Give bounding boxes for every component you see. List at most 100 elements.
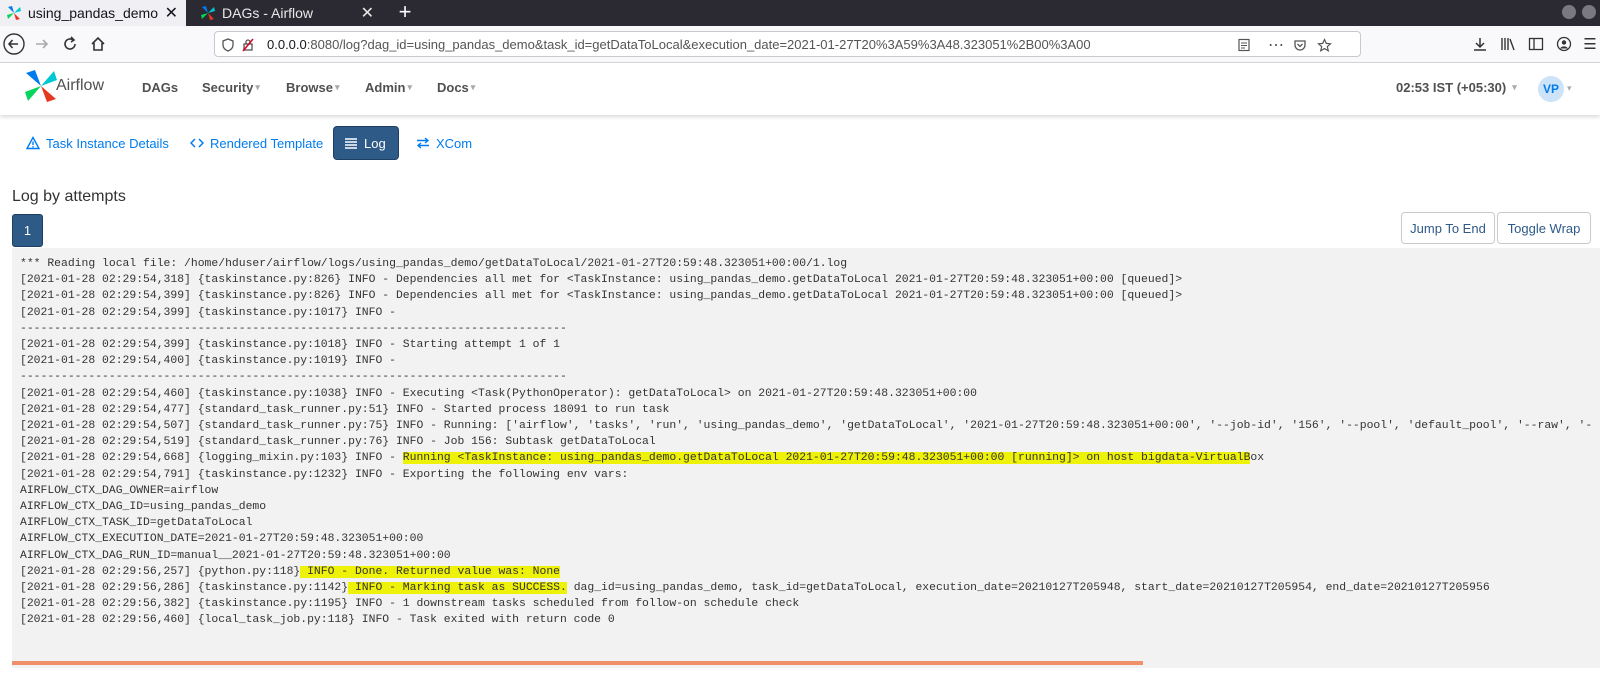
log-line: [2021-01-28 02:29:56,382] {taskinstance.…: [20, 596, 1592, 612]
url-text: 0.0.0.0:8080/log?dag_id=using_pandas_dem…: [267, 37, 1091, 52]
log-content[interactable]: *** Reading local file: /home/hduser/air…: [12, 248, 1600, 668]
minimize-window-icon[interactable]: [1562, 5, 1576, 19]
log-highlight: Running <TaskInstance: using_pandas_demo…: [402, 452, 1251, 465]
maximize-window-icon[interactable]: [1582, 5, 1596, 19]
menu-label: Browse: [286, 80, 333, 95]
log-line: [2021-01-28 02:29:56,286] {taskinstance.…: [20, 580, 1592, 596]
log-line: AIRFLOW_CTX_DAG_OWNER=airflow: [20, 483, 1592, 499]
log-line: ----------------------------------------…: [20, 369, 1592, 385]
attempt-1-button[interactable]: 1: [12, 214, 43, 247]
forward-arrow-icon[interactable]: [28, 30, 56, 58]
hamburger-menu-icon[interactable]: ☰: [1576, 30, 1600, 58]
log-text: [2021-01-28 02:29:56,382] {taskinstance.…: [20, 598, 800, 611]
downloads-icon[interactable]: [1466, 30, 1494, 58]
airflow-brand[interactable]: Airflow: [56, 77, 104, 95]
log-line: AIRFLOW_CTX_EXECUTION_DATE=2021-01-27T20…: [20, 531, 1592, 547]
log-text: AIRFLOW_CTX_DAG_RUN_ID=manual__2021-01-2…: [20, 549, 451, 562]
jump-to-end-button[interactable]: Jump To End: [1401, 212, 1495, 244]
caret-down-icon: ▾: [255, 82, 260, 92]
log-text: [2021-01-28 02:29:54,477] {standard_task…: [20, 403, 670, 416]
menu-security[interactable]: Security ▾: [202, 80, 260, 95]
list-icon: [345, 138, 357, 149]
menu-dags[interactable]: DAGs: [142, 80, 178, 95]
log-lines: *** Reading local file: /home/hduser/air…: [20, 256, 1592, 629]
warning-triangle-icon: [26, 136, 40, 150]
log-line: ----------------------------------------…: [20, 321, 1592, 337]
log-text: [2021-01-28 02:29:54,318] {taskinstance.…: [20, 274, 1183, 287]
log-text: [2021-01-28 02:29:56,286] {taskinstance.…: [20, 582, 349, 595]
tab-label: XCom: [436, 135, 473, 151]
bookmark-star-icon[interactable]: [1315, 36, 1333, 54]
log-text: AIRFLOW_CTX_TASK_ID=getDataToLocal: [20, 517, 253, 530]
library-icon[interactable]: [1494, 30, 1522, 58]
home-icon[interactable]: [84, 30, 112, 58]
log-line: [2021-01-28 02:29:56,257] {python.py:118…: [20, 564, 1592, 580]
log-line: [2021-01-28 02:29:54,400] {taskinstance.…: [20, 353, 1592, 369]
more-actions-icon[interactable]: ⋯: [1267, 36, 1285, 54]
pocket-icon[interactable]: [1291, 36, 1309, 54]
log-text: [2021-01-28 02:29:54,400] {taskinstance.…: [20, 355, 396, 368]
log-text: [2021-01-28 02:29:54,399] {taskinstance.…: [20, 339, 561, 352]
log-text: ----------------------------------------…: [20, 322, 567, 335]
log-line: [2021-01-28 02:29:54,791] {taskinstance.…: [20, 467, 1592, 483]
tab-task-instance-details[interactable]: Task Instance Details: [16, 126, 179, 160]
airflow-logo-icon[interactable]: [24, 69, 58, 103]
log-line: [2021-01-28 02:29:54,668] {logging_mixin…: [20, 450, 1592, 466]
browser-nav-bar: 0.0.0.0:8080/log?dag_id=using_pandas_dem…: [0, 26, 1600, 63]
log-line: [2021-01-28 02:29:54,519] {standard_task…: [20, 434, 1592, 450]
address-bar[interactable]: 0.0.0.0:8080/log?dag_id=using_pandas_dem…: [214, 31, 1361, 57]
scroll-progress-bar: [12, 661, 1143, 665]
log-line: [2021-01-28 02:29:54,399] {taskinstance.…: [20, 305, 1592, 321]
menu-admin[interactable]: Admin ▾: [365, 80, 412, 95]
menu-docs[interactable]: Docs ▾: [437, 80, 475, 95]
browser-tab-label: using_pandas_demo - Ai: [28, 5, 162, 21]
tab-xcom[interactable]: XCom: [406, 126, 482, 160]
sidebar-icon[interactable]: [1522, 30, 1550, 58]
log-line: [2021-01-28 02:29:54,318] {taskinstance.…: [20, 272, 1592, 288]
caret-down-icon[interactable]: ▾: [1567, 83, 1572, 94]
reload-icon[interactable]: [56, 30, 84, 58]
caret-down-icon: ▾: [334, 82, 340, 92]
log-section-title: Log by attempts: [12, 188, 126, 205]
tab-log[interactable]: Log: [333, 126, 399, 160]
browser-tab-label: DAGs - Airflow: [222, 5, 314, 21]
swap-arrows-icon: [416, 137, 430, 149]
menu-label: DAGs: [142, 80, 179, 95]
new-tab-icon[interactable]: +: [392, 0, 418, 26]
menu-label: Docs: [437, 80, 469, 95]
browser-tab-dags[interactable]: DAGs - Airflow ✕: [194, 0, 382, 26]
log-text: *** Reading local file: /home/hduser/air…: [20, 258, 848, 270]
user-avatar[interactable]: VP: [1538, 76, 1564, 102]
insecure-lock-icon[interactable]: [239, 36, 257, 54]
airflow-favicon-icon: [201, 6, 215, 20]
close-tab-icon[interactable]: ✕: [361, 3, 374, 23]
log-highlight: INFO - Done. Returned value was: None: [300, 565, 561, 578]
menu-label: Security: [202, 80, 254, 95]
timezone-clock[interactable]: 02:53 IST (+05:30) ▾: [1396, 80, 1517, 95]
tab-rendered-template[interactable]: Rendered Template: [180, 126, 333, 160]
code-icon: [190, 138, 204, 148]
account-icon[interactable]: [1550, 30, 1578, 58]
log-text: [2021-01-28 02:29:56,460] {local_task_jo…: [20, 614, 615, 627]
log-line: [2021-01-28 02:29:54,507] {standard_task…: [20, 418, 1592, 434]
toggle-wrap-button[interactable]: Toggle Wrap: [1497, 212, 1591, 244]
reader-view-icon[interactable]: [1235, 36, 1253, 54]
log-line: AIRFLOW_CTX_DAG_RUN_ID=manual__2021-01-2…: [20, 548, 1592, 564]
log-line: *** Reading local file: /home/hduser/air…: [20, 256, 1592, 272]
log-text: AIRFLOW_CTX_EXECUTION_DATE=2021-01-27T20…: [20, 533, 424, 546]
tab-label: Task Instance Details: [46, 135, 169, 151]
log-text: [2021-01-28 02:29:54,519] {standard_task…: [20, 436, 656, 449]
back-arrow-icon[interactable]: [0, 30, 28, 58]
menu-browse[interactable]: Browse ▾: [286, 80, 340, 95]
log-text: [2021-01-28 02:29:54,399] {taskinstance.…: [20, 290, 1183, 303]
caret-down-icon: ▾: [407, 82, 412, 92]
airflow-navbar: Airflow DAGs Security ▾ Browse ▾ Admin ▾ Do…: [0, 63, 1600, 115]
log-line: [2021-01-28 02:29:54,399] {taskinstance.…: [20, 288, 1592, 304]
shield-icon[interactable]: [219, 36, 237, 54]
log-text: [2021-01-28 02:29:54,399] {taskinstance.…: [20, 306, 396, 319]
log-line: [2021-01-28 02:29:54,460] {taskinstance.…: [20, 386, 1592, 402]
caret-down-icon: ▾: [1512, 82, 1517, 92]
url-host: 0.0.0.0: [267, 37, 307, 52]
close-tab-icon[interactable]: ✕: [165, 3, 178, 23]
browser-tab-log[interactable]: using_pandas_demo - Ai ✕: [0, 0, 186, 26]
